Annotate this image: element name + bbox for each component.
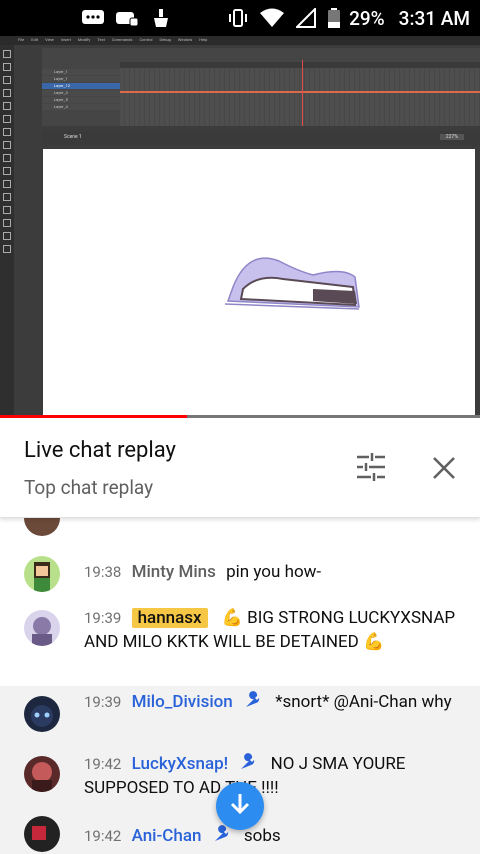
scene-label: Scene 1 <box>64 134 82 140</box>
app-menu-item: Edit <box>31 37 39 42</box>
chat-mode-selector[interactable]: Top chat replay <box>24 476 153 499</box>
timeline-layer: Layer_4 <box>42 104 120 110</box>
message-text: pin you how- <box>226 562 322 582</box>
video-player[interactable]: File Edit View Insert Modify Text Commands Cont… <box>0 36 480 418</box>
game-icon <box>114 8 140 28</box>
message-author[interactable]: LuckyXsnap! <box>132 754 229 774</box>
moderator-wrench-icon <box>243 691 263 709</box>
tune-icon[interactable] <box>355 452 387 482</box>
message-time: 19:42 <box>84 755 122 773</box>
avatar[interactable] <box>24 816 60 852</box>
message-icon <box>80 8 106 28</box>
app-menu-item: File <box>18 37 25 42</box>
message-time: 19:38 <box>84 563 122 581</box>
shoe-drawing <box>224 257 360 310</box>
timeline-layer: Layer_5 <box>42 97 120 103</box>
clean-icon <box>148 8 174 28</box>
message-time: 19:39 <box>84 609 122 627</box>
app-menubar: File Edit View Insert Modify Text Commands Cont… <box>0 36 480 45</box>
avatar[interactable] <box>24 756 60 792</box>
wifi-icon <box>259 8 285 28</box>
app-menu-item: Debug <box>159 37 171 42</box>
timeline-layer: Layer_1 <box>42 76 120 82</box>
app-menu-item: Insert <box>60 37 71 42</box>
stage-canvas <box>43 149 475 415</box>
message-text: *snort* @Ani-Chan why <box>275 692 452 712</box>
clock: 3:31 AM <box>398 6 470 30</box>
message-author[interactable]: Ani-Chan <box>132 826 202 846</box>
frame-grid <box>120 68 480 126</box>
chat-title[interactable]: Live chat replay <box>24 438 176 463</box>
timeline-layer: Layer_3 <box>42 90 120 96</box>
moderator-wrench-icon <box>212 825 232 843</box>
message-author[interactable]: Milo_Division <box>132 692 233 712</box>
timeline-panel: Layer_1 Layer_1 Layer_12 Layer_3 Layer_5 Laye… <box>42 48 480 126</box>
timeline-layer: Layer_1 <box>42 69 120 75</box>
avatar[interactable] <box>24 610 60 646</box>
app-menu-item: Modify <box>77 37 91 42</box>
scene-bar: Scene 1 227% <box>42 131 480 145</box>
chat-message[interactable]: 19:39 Milo_Division *snort* @Ani-Chan wh… <box>0 686 480 746</box>
chat-message[interactable]: 19:39 hannasx 💪 BIG STRONG LUCKYXSNAP AN… <box>0 602 480 686</box>
tools-panel <box>0 45 14 418</box>
message-time: 19:42 <box>84 827 122 845</box>
tween-span <box>120 91 480 93</box>
message-author-member[interactable]: hannasx <box>131 608 208 628</box>
layer-list: Layer_1 Layer_1 Layer_12 Layer_3 Layer_5 Laye… <box>42 68 120 126</box>
avatar[interactable] <box>24 518 60 536</box>
signal-icon <box>293 8 319 28</box>
status-bar: 29% 3:31 AM <box>0 0 480 36</box>
app-menu-item: Text <box>97 37 105 42</box>
battery-percent: 29% <box>349 6 385 30</box>
battery-icon <box>327 8 341 28</box>
moderator-wrench-icon <box>238 753 258 771</box>
timeline-layer: Layer_12 <box>42 83 120 89</box>
app-menu-item: Window <box>177 37 193 42</box>
close-icon[interactable] <box>430 454 458 482</box>
app-menu-item: View <box>45 37 54 42</box>
message-text: sobs <box>243 826 281 846</box>
message-time: 19:39 <box>84 693 122 711</box>
playhead <box>302 60 303 126</box>
chat-header: Live chat replay Top chat replay <box>0 418 480 518</box>
app-menu-item: Commands <box>111 37 133 42</box>
chat-message-partial <box>0 518 480 536</box>
app-menu-item: Control <box>139 37 153 42</box>
chat-message[interactable]: 19:38 Minty Mins pin you how- <box>0 548 480 598</box>
zoom-level: 227% <box>439 134 464 140</box>
scroll-to-bottom-button[interactable] <box>216 782 264 830</box>
app-menu-item: Help <box>199 37 208 42</box>
arrow-down-icon <box>227 791 253 821</box>
avatar[interactable] <box>24 556 60 592</box>
avatar[interactable] <box>24 696 60 732</box>
vibrate-icon <box>225 8 251 28</box>
message-author[interactable]: Minty Mins <box>132 562 216 582</box>
